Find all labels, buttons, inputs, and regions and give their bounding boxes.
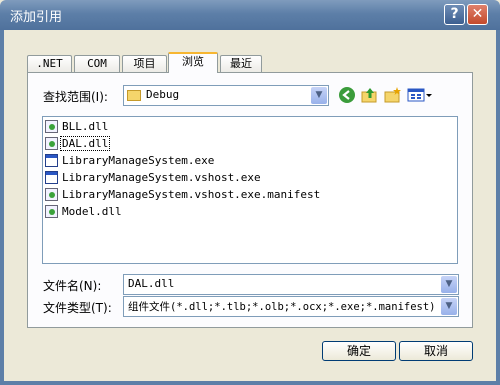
cancel-button[interactable]: 取消 xyxy=(399,341,473,361)
exe-file-icon xyxy=(45,154,58,167)
file-name: LibraryManageSystem.vshost.exe.manifest xyxy=(62,188,321,201)
view-menu-icon xyxy=(407,88,432,102)
ok-button[interactable]: 确定 xyxy=(322,341,396,361)
file-name: DAL.dll xyxy=(59,136,111,151)
filename-label: 文件名(N): xyxy=(43,279,102,293)
tab-projects[interactable]: 项目 xyxy=(122,55,167,72)
tab-com[interactable]: COM xyxy=(74,55,120,72)
view-menu-button[interactable] xyxy=(407,86,433,104)
exe-file-icon xyxy=(45,171,58,184)
window-frame-right xyxy=(496,30,500,385)
filetype-value: 组件文件(*.dll;*.tlb;*.olb;*.ocx;*.exe;*.man… xyxy=(128,301,436,313)
back-button[interactable] xyxy=(338,86,356,104)
new-folder-button[interactable] xyxy=(384,86,402,104)
file-name: LibraryManageSystem.vshost.exe xyxy=(62,171,261,184)
chevron-down-icon[interactable]: ▼ xyxy=(441,276,457,293)
filetype-combo[interactable]: 组件文件(*.dll;*.tlb;*.olb;*.ocx;*.exe;*.man… xyxy=(123,296,459,317)
tab-net[interactable]: .NET xyxy=(27,55,72,72)
manifest-file-icon xyxy=(45,188,58,201)
new-folder-icon xyxy=(384,87,401,103)
file-name: BLL.dll xyxy=(62,120,109,133)
dll-file-icon xyxy=(45,120,58,133)
tab-label: COM xyxy=(87,57,107,70)
back-icon xyxy=(339,87,355,103)
filename-combo[interactable]: DAL.dll ▼ xyxy=(123,274,459,295)
filetype-label: 文件类型(T): xyxy=(43,301,112,315)
tab-browse[interactable]: 浏览 xyxy=(168,52,218,73)
chevron-down-icon[interactable]: ▼ xyxy=(311,87,327,104)
tab-label: 最近 xyxy=(230,57,252,70)
title-bar[interactable]: 添加引用 ? ✕ xyxy=(0,0,500,30)
tab-label: 浏览 xyxy=(182,55,204,68)
add-reference-dialog: 添加引用 ? ✕ .NET COM 项目 浏览 最近 查找范围(I): Debu… xyxy=(0,0,500,385)
help-icon: ? xyxy=(450,6,459,22)
dll-file-icon xyxy=(45,205,58,218)
close-icon: ✕ xyxy=(471,6,484,22)
lookin-value: Debug xyxy=(146,88,180,101)
dll-file-icon xyxy=(45,137,58,150)
tab-label: 项目 xyxy=(133,57,156,70)
tab-recent[interactable]: 最近 xyxy=(220,55,262,72)
lookin-label: 查找范围(I): xyxy=(43,90,108,104)
chevron-down-icon[interactable]: ▼ xyxy=(441,298,457,315)
file-list[interactable]: BLL.dll DAL.dll LibraryManageSystem.exe … xyxy=(42,116,458,264)
up-folder-button[interactable] xyxy=(361,86,379,104)
folder-icon xyxy=(127,90,141,101)
close-button[interactable]: ✕ xyxy=(467,4,488,25)
window-frame-bottom xyxy=(0,381,500,385)
lookin-combo[interactable]: Debug ▼ xyxy=(123,85,329,106)
file-name: Model.dll xyxy=(62,205,122,218)
help-button[interactable]: ? xyxy=(444,4,465,25)
window-frame-left xyxy=(0,30,4,385)
up-folder-icon xyxy=(361,88,377,103)
filename-value: DAL.dll xyxy=(128,277,175,290)
window-title: 添加引用 xyxy=(10,10,63,25)
file-name: LibraryManageSystem.exe xyxy=(62,154,215,167)
tab-label: .NET xyxy=(36,57,63,70)
